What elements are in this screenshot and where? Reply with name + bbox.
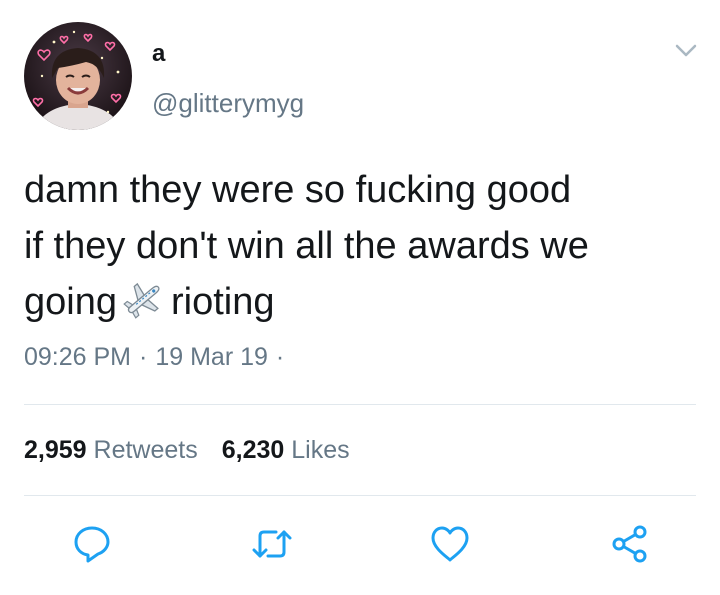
retweets-label: Retweets (93, 436, 198, 464)
tweet-text-line: if they don't win all the awards we (24, 225, 589, 267)
reply-icon (74, 526, 110, 563)
user-handle[interactable]: @glitterymyg (152, 88, 304, 118)
separator-dot: · (275, 343, 285, 371)
avatar[interactable] (24, 22, 132, 130)
tweet-time: 09:26 PM (24, 343, 132, 371)
tweet-card: a @glitterymyg damn they were so fucking… (0, 0, 720, 595)
display-name[interactable]: a (152, 40, 165, 68)
tweet-text-line: going rioting (24, 274, 704, 330)
tweet-stats: 2,959 Retweets 6,230 Likes (24, 434, 350, 466)
chevron-down-icon[interactable] (675, 44, 697, 58)
share-icon (612, 525, 647, 563)
retweets-count: 2,959 (24, 436, 87, 464)
tweet-text-line: damn they were so fucking good (24, 169, 572, 211)
tweet-timestamp[interactable]: 09:26 PM · 19 Mar 19 · (24, 342, 292, 372)
retweets-stat[interactable]: 2,959 Retweets (24, 436, 198, 464)
separator-dot: · (139, 343, 148, 371)
heart-icon (431, 526, 469, 562)
reply-button[interactable] (70, 522, 114, 566)
retweet-icon (252, 530, 292, 558)
tweet-text: damn they were so fucking good if they d… (24, 162, 704, 330)
likes-count: 6,230 (221, 436, 285, 464)
retweet-button[interactable] (250, 522, 294, 566)
avatar-image (24, 22, 132, 130)
tweet-text-segment: going (24, 281, 117, 323)
share-button[interactable] (608, 522, 652, 566)
tweet-text-segment: rioting (170, 281, 275, 323)
divider (24, 495, 696, 496)
likes-stat[interactable]: 6,230 Likes (222, 436, 350, 464)
like-button[interactable] (428, 522, 472, 566)
tweet-date: 19 Mar 19 (155, 343, 268, 371)
divider (24, 404, 696, 405)
likes-label: Likes (291, 436, 350, 464)
airplane-icon (121, 280, 165, 320)
